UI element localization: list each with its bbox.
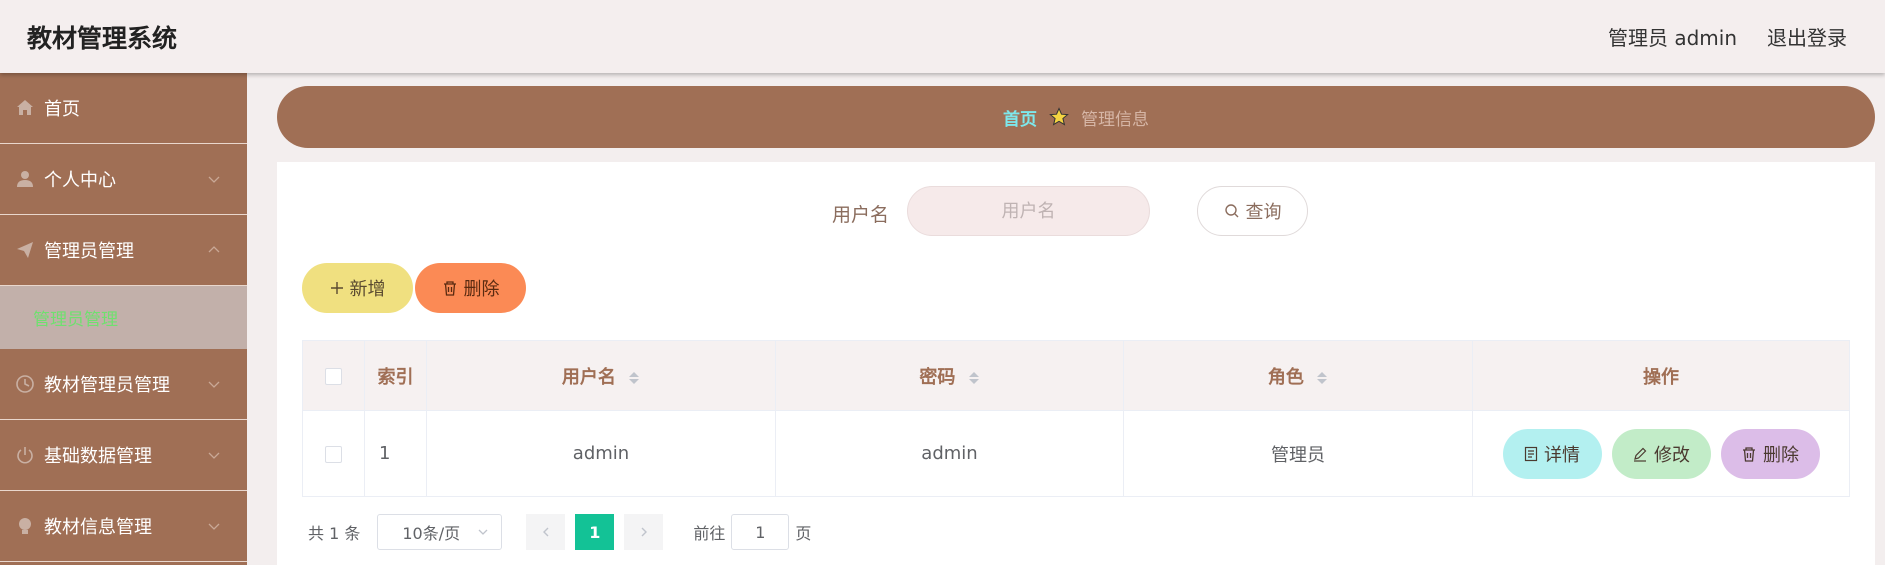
col-password-label: 密码 (919, 366, 956, 388)
send-icon (15, 240, 35, 260)
chevron-down-icon (478, 529, 488, 535)
sidebar-item-admin[interactable]: 管理员管理 (0, 215, 247, 286)
select-all-cell (302, 340, 365, 411)
detail-button[interactable]: 详情 (1502, 428, 1602, 479)
col-username[interactable]: 用户名 (426, 340, 776, 411)
col-operation: 操作 (1472, 340, 1850, 411)
col-index: 索引 (364, 340, 427, 411)
goto-label: 前往 (693, 524, 726, 543)
goto-page-input[interactable] (731, 514, 790, 550)
chevron-up-icon (208, 246, 220, 253)
chevron-down-icon (208, 452, 220, 459)
page-jump: 前往 页 (693, 514, 811, 550)
sidebar-item-basic-data[interactable]: 基础数据管理 (0, 420, 247, 491)
sidebar-item-textbook-info[interactable]: 教材信息管理 (0, 491, 247, 562)
admin-table: 索引 用户名 密码 角色 操作 1 admin admin 管理员 详情 修改 … (302, 340, 1850, 497)
cell-password: admin (775, 410, 1124, 497)
sidebar-item-label: 管理员管理 (44, 241, 134, 262)
search-button[interactable]: 查询 (1197, 186, 1308, 236)
delete-label: 删除 (1763, 444, 1799, 466)
sidebar: 首页 个人中心 管理员管理 管理员管理 教材管理员管理 基础数据管理 教材信息管… (0, 73, 247, 565)
sort-icon (1317, 371, 1328, 384)
batch-delete-button[interactable]: 删除 (415, 263, 526, 313)
chevron-down-icon (208, 523, 220, 530)
home-icon (15, 98, 35, 118)
bulb-icon (15, 516, 35, 536)
edit-button[interactable]: 修改 (1611, 428, 1711, 479)
trash-icon (443, 281, 456, 296)
page-number-current[interactable]: 1 (575, 514, 615, 550)
search-input[interactable] (907, 186, 1150, 236)
chevron-down-icon (208, 381, 220, 388)
chevron-right-icon (641, 527, 647, 537)
page-size-select[interactable]: 10条/页 (377, 514, 503, 550)
sort-icon (629, 371, 640, 384)
detail-label: 详情 (1544, 444, 1580, 466)
trash-icon (1743, 446, 1755, 462)
prev-page-button[interactable] (526, 514, 566, 550)
page-suffix: 页 (795, 524, 812, 543)
star-icon (1049, 107, 1069, 126)
header-actions: 管理员 admin 退出登录 (1608, 22, 1847, 51)
breadcrumb-current: 管理信息 (1081, 109, 1149, 130)
logout-link[interactable]: 退出登录 (1767, 22, 1847, 51)
sidebar-item-textbook-admin[interactable]: 教材管理员管理 (0, 349, 247, 420)
edit-icon (1634, 447, 1647, 462)
col-username-label: 用户名 (561, 366, 616, 388)
search-button-label: 查询 (1245, 202, 1282, 223)
page-size-value: 10条/页 (402, 524, 461, 543)
cell-operations: 详情 修改 删除 (1472, 410, 1850, 497)
breadcrumb-home[interactable]: 首页 (1003, 105, 1037, 130)
add-button-label: 新增 (349, 279, 386, 300)
row-checkbox-cell (302, 410, 365, 497)
pagination: 共 1 条 10条/页 1 前往 页 (308, 514, 811, 550)
pagination-total: 共 1 条 (308, 524, 361, 543)
col-role-label: 角色 (1267, 366, 1304, 388)
table-header-row: 索引 用户名 密码 角色 操作 (302, 340, 1850, 411)
sidebar-item-label: 首页 (44, 99, 80, 120)
app-title: 教材管理系统 (27, 24, 178, 53)
next-page-button[interactable] (624, 514, 664, 550)
chevron-left-icon (542, 527, 549, 537)
current-user: 管理员 admin (1607, 26, 1737, 50)
col-role[interactable]: 角色 (1123, 340, 1473, 411)
sidebar-subitem-admin[interactable]: 管理员管理 (0, 286, 247, 349)
sidebar-item-home[interactable]: 首页 (0, 73, 247, 144)
power-icon (15, 445, 35, 465)
search-label: 用户名 (832, 204, 890, 226)
top-header: 教材管理系统 管理员 admin 退出登录 (0, 0, 1885, 73)
select-all-checkbox[interactable] (325, 367, 342, 385)
sidebar-item-label: 基础数据管理 (44, 446, 152, 467)
add-button[interactable]: 新增 (302, 263, 413, 313)
cell-username: admin (426, 410, 776, 497)
search-icon (1224, 204, 1238, 218)
user-icon (15, 169, 35, 189)
chevron-down-icon (208, 176, 220, 183)
sidebar-item-label: 教材信息管理 (44, 517, 152, 538)
document-icon (1524, 446, 1538, 461)
plus-icon (330, 282, 343, 294)
sidebar-item-profile[interactable]: 个人中心 (0, 144, 247, 215)
delete-button[interactable]: 删除 (1720, 428, 1820, 479)
col-password[interactable]: 密码 (775, 340, 1124, 411)
table-row: 1 admin admin 管理员 详情 修改 删除 (302, 410, 1850, 497)
batch-delete-label: 删除 (463, 279, 500, 300)
sidebar-item-label: 个人中心 (44, 170, 116, 191)
sidebar-item-label: 教材管理员管理 (44, 375, 170, 396)
row-checkbox[interactable] (325, 445, 342, 463)
cell-role: 管理员 (1123, 410, 1473, 497)
content-panel: 用户名 查询 新增 删除 索引 用户名 密码 (277, 162, 1875, 565)
cell-index: 1 (364, 410, 427, 497)
breadcrumb: 首页 管理信息 (277, 86, 1875, 148)
clock-icon (15, 374, 35, 394)
sort-icon (968, 371, 979, 384)
edit-label: 修改 (1654, 444, 1690, 466)
